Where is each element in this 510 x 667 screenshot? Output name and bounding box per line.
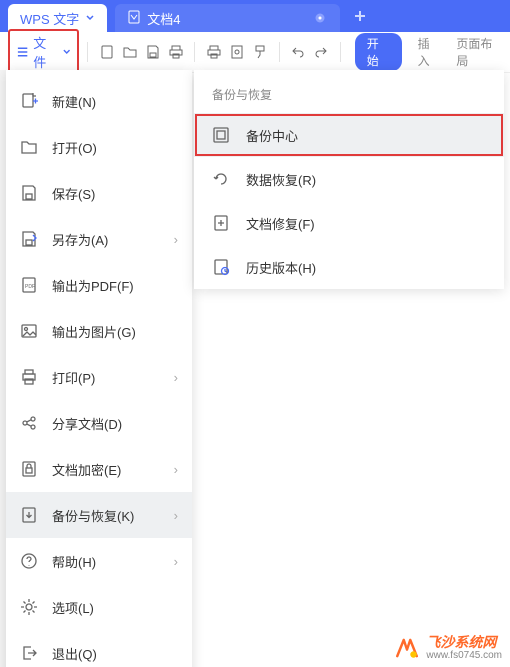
menu-backup[interactable]: 备份与恢复(K) › <box>6 492 192 538</box>
chevron-right-icon: › <box>174 462 178 477</box>
tab-document-label: 文档4 <box>147 9 180 28</box>
menu-open[interactable]: 打开(O) <box>6 124 192 170</box>
submenu-doc-repair[interactable]: 文档修复(F) <box>194 201 504 245</box>
chevron-right-icon: › <box>174 232 178 247</box>
menu-print-label: 打印(P) <box>52 368 95 387</box>
ribbon-start[interactable]: 开始 <box>355 33 402 71</box>
submenu-title: 备份与恢复 <box>194 80 504 113</box>
file-menu-label: 文件 <box>33 33 58 71</box>
ribbon-insert[interactable]: 插入 <box>418 35 441 69</box>
format-painter-icon[interactable] <box>250 41 271 63</box>
submenu-doc-repair-label: 文档修复(F) <box>246 214 315 233</box>
submenu-backup-center[interactable]: 备份中心 <box>194 113 504 157</box>
menu-open-label: 打开(O) <box>52 138 97 157</box>
menu-encrypt-label: 文档加密(E) <box>52 460 121 479</box>
watermark-title: 飞沙系统网 <box>426 635 502 650</box>
tab-home-label: WPS 文字 <box>20 9 79 28</box>
toolbar-divider <box>194 42 195 62</box>
menu-export-pdf-label: 输出为PDF(F) <box>52 276 134 295</box>
chevron-right-icon: › <box>174 508 178 523</box>
menu-print[interactable]: 打印(P) › <box>6 354 192 400</box>
svg-text:PDF: PDF <box>25 284 35 290</box>
menu-exit[interactable]: 退出(Q) <box>6 630 192 667</box>
document-icon <box>127 10 141 27</box>
submenu-data-recover[interactable]: 数据恢复(R) <box>194 157 504 201</box>
toolbar-divider <box>340 42 341 62</box>
print-icon[interactable] <box>203 41 224 63</box>
preview-icon[interactable] <box>226 41 247 63</box>
open-icon[interactable] <box>119 41 140 63</box>
backup-submenu: 备份与恢复 备份中心 数据恢复(R) 文档修复(F) 历史版本(H) <box>194 70 504 289</box>
toolbar: 文件 开始 插入 页面布局 <box>0 32 510 73</box>
menu-exit-label: 退出(Q) <box>52 644 97 663</box>
file-menu-button[interactable]: 文件 <box>8 29 79 75</box>
tab-bar: WPS 文字 文档4 <box>0 0 510 32</box>
menu-help-label: 帮助(H) <box>52 552 96 571</box>
watermark: 飞沙系统网 www.fs0745.com <box>394 635 502 661</box>
chevron-right-icon: › <box>174 554 178 569</box>
menu-save[interactable]: 保存(S) <box>6 170 192 216</box>
menu-export-image-label: 输出为图片(G) <box>52 322 136 341</box>
submenu-data-recover-label: 数据恢复(R) <box>246 170 316 189</box>
menu-backup-label: 备份与恢复(K) <box>52 506 134 525</box>
menu-save-label: 保存(S) <box>52 184 95 203</box>
menu-new-label: 新建(N) <box>52 92 96 111</box>
tab-home[interactable]: WPS 文字 <box>8 4 107 32</box>
menu-encrypt[interactable]: 文档加密(E) › <box>6 446 192 492</box>
menu-export-image[interactable]: 输出为图片(G) <box>6 308 192 354</box>
file-menu: 新建(N) 打开(O) 保存(S) 另存为(A) › PDF 输出为PDF(F)… <box>6 70 192 667</box>
watermark-logo-icon <box>394 635 420 661</box>
menu-share[interactable]: 分享文档(D) <box>6 400 192 446</box>
menu-new[interactable]: 新建(N) <box>6 78 192 124</box>
chevron-right-icon: › <box>174 370 178 385</box>
submenu-history-label: 历史版本(H) <box>246 258 316 277</box>
ribbon-pagelayout[interactable]: 页面布局 <box>456 35 502 69</box>
undo-icon[interactable] <box>288 41 309 63</box>
redo-icon[interactable] <box>311 41 332 63</box>
save-icon[interactable] <box>142 41 163 63</box>
menu-options-label: 选项(L) <box>52 598 94 617</box>
menu-saveas[interactable]: 另存为(A) › <box>6 216 192 262</box>
menu-saveas-label: 另存为(A) <box>52 230 108 249</box>
toolbar-divider <box>87 42 88 62</box>
menu-options[interactable]: 选项(L) <box>6 584 192 630</box>
menu-export-pdf[interactable]: PDF 输出为PDF(F) <box>6 262 192 308</box>
submenu-history[interactable]: 历史版本(H) <box>194 245 504 289</box>
watermark-url: www.fs0745.com <box>426 650 502 661</box>
close-icon[interactable] <box>312 10 328 26</box>
print-small-icon[interactable] <box>165 41 186 63</box>
menu-share-label: 分享文档(D) <box>52 414 122 433</box>
chevron-down-icon <box>85 11 95 26</box>
new-doc-icon[interactable] <box>96 41 117 63</box>
toolbar-divider <box>279 42 280 62</box>
menu-help[interactable]: 帮助(H) › <box>6 538 192 584</box>
tab-document[interactable]: 文档4 <box>115 4 340 32</box>
submenu-backup-center-label: 备份中心 <box>246 126 298 145</box>
add-tab-icon[interactable] <box>352 8 368 24</box>
